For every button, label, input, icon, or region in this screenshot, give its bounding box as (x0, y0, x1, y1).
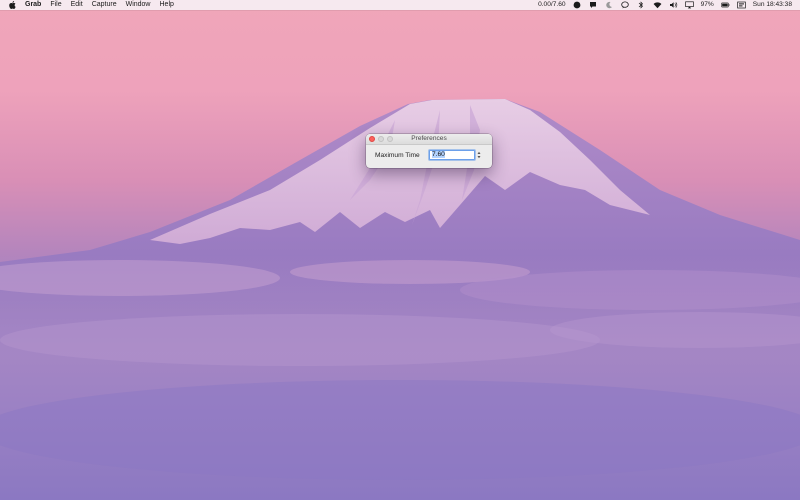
record-icon[interactable] (573, 0, 582, 10)
apple-icon[interactable] (8, 0, 16, 10)
menu-file[interactable]: File (50, 0, 61, 10)
maximum-time-value: 7.60 (432, 151, 445, 158)
maximum-time-label: Maximum Time (375, 152, 420, 159)
menu-edit[interactable]: Edit (71, 0, 83, 10)
battery-percent[interactable]: 97% (701, 0, 714, 10)
clock[interactable]: Sun 18:43:38 (753, 0, 792, 10)
airplay-icon[interactable] (684, 0, 694, 10)
volume-icon[interactable] (669, 0, 678, 10)
desktop: Grab File Edit Capture Window Help 0.00/… (0, 0, 800, 500)
window-title: Preferences (411, 135, 447, 142)
menu-app-name[interactable]: Grab (25, 0, 41, 10)
maximum-time-input[interactable]: 7.60 (429, 150, 475, 160)
message-icon[interactable] (621, 0, 630, 10)
menu-help[interactable]: Help (160, 0, 174, 10)
menu-capture[interactable]: Capture (92, 0, 117, 10)
wifi-icon[interactable] (653, 0, 662, 10)
chat-icon[interactable] (589, 0, 598, 10)
menu-bar: Grab File Edit Capture Window Help 0.00/… (0, 0, 800, 10)
status-text[interactable]: 0.00/7.60 (538, 0, 566, 10)
window-content: Maximum Time 7.60 (366, 145, 492, 168)
battery-icon[interactable] (720, 0, 730, 10)
bluetooth-icon[interactable] (637, 0, 646, 10)
window-titlebar[interactable]: Preferences (366, 134, 492, 145)
display-icon[interactable] (737, 0, 746, 10)
preferences-window: Preferences Maximum Time 7.60 (366, 134, 492, 168)
menu-window[interactable]: Window (126, 0, 151, 10)
wallpaper (0, 99, 800, 500)
moon-icon[interactable] (605, 0, 614, 10)
time-stepper[interactable] (477, 150, 481, 160)
